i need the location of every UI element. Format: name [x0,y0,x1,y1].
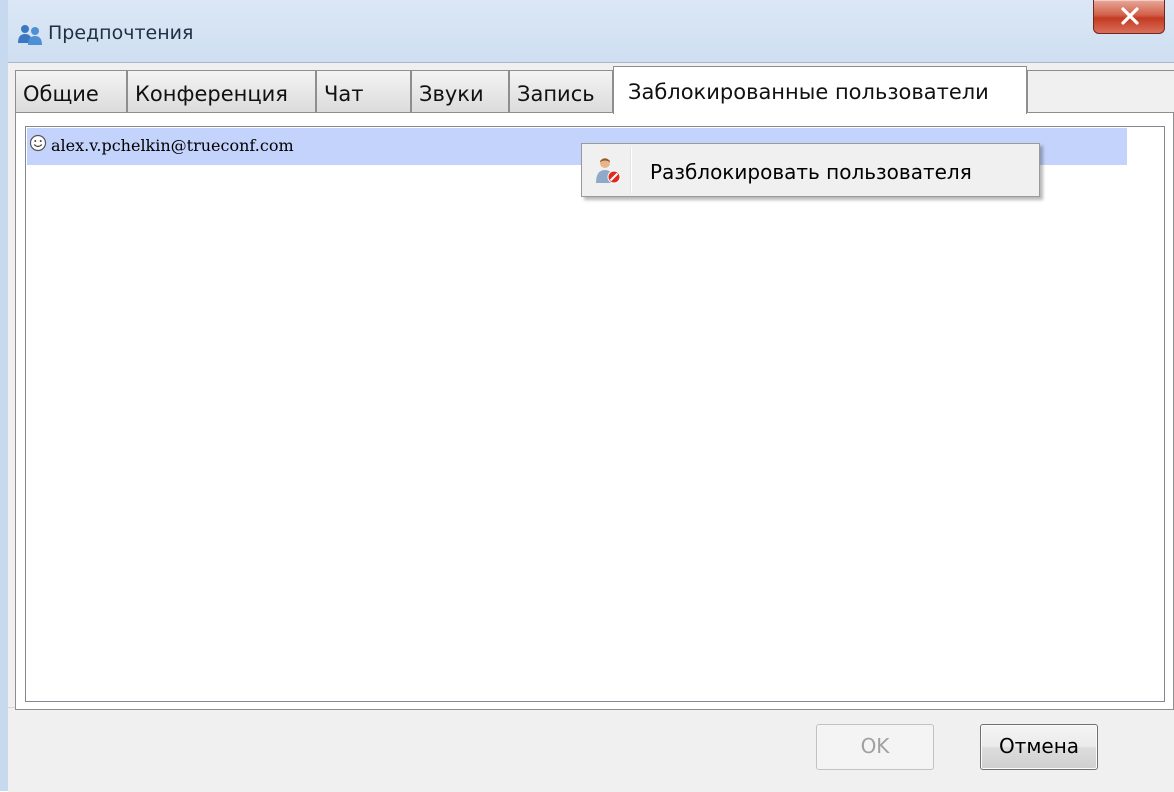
tab-label: Звуки [419,82,484,106]
menu-item-label: Разблокировать пользователя [650,160,972,184]
ok-button-label: OK [860,734,890,758]
cancel-button-label: Отмена [998,734,1080,758]
tab-general[interactable]: Общие [15,70,127,112]
cancel-button[interactable]: Отмена [980,724,1098,770]
preferences-window: Предпочтения Общие Конференция Чат Звуки… [0,0,1174,792]
unblock-user-icon [595,157,621,189]
tab-blocked-users[interactable]: Заблокированные пользователи [613,66,1027,114]
tab-chat[interactable]: Чат [316,70,411,112]
smiley-icon [29,134,47,156]
close-button[interactable] [1093,0,1165,34]
menu-gutter-divider [630,147,632,193]
tab-label: Конференция [135,82,288,106]
window-title: Предпочтения [48,22,194,44]
menu-item-unblock-user[interactable]: Разблокировать пользователя [584,146,1037,194]
tab-conference[interactable]: Конференция [127,70,316,112]
ok-button[interactable]: OK [816,724,934,770]
users-icon [17,24,43,46]
tab-recording[interactable]: Запись [509,70,613,112]
tab-label: Заблокированные пользователи [628,80,989,104]
tab-strip-filler [1027,70,1174,112]
tab-sounds[interactable]: Звуки [411,70,509,112]
title-bar[interactable]: Предпочтения [8,0,1174,62]
context-menu: Разблокировать пользователя [581,143,1040,197]
tab-label: Запись [517,82,595,106]
tab-label: Чат [324,82,364,106]
blocked-users-list[interactable]: alex.v.pchelkin@trueconf.com [25,126,1165,702]
blocked-users-panel: alex.v.pchelkin@trueconf.com [15,112,1174,710]
blocked-user-email: alex.v.pchelkin@trueconf.com [51,136,294,155]
tab-label: Общие [23,82,99,106]
